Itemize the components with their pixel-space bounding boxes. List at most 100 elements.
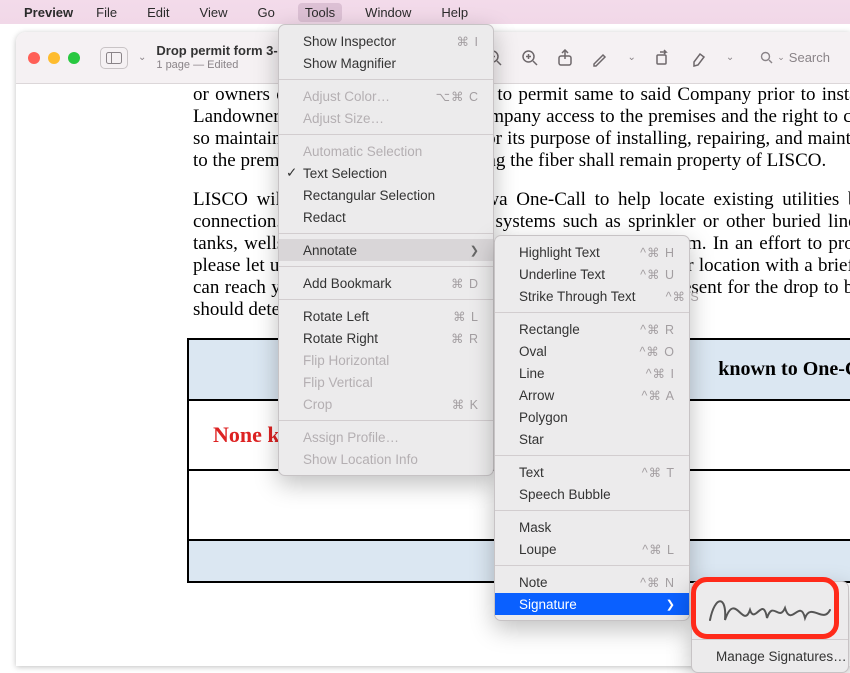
menu-view[interactable]: View — [193, 3, 235, 22]
menu-item-text-selection[interactable]: ✓ Text Selection — [279, 162, 493, 184]
menu-shortcut: ⌘ R — [451, 331, 479, 346]
menu-item-loupe[interactable]: Loupe ^⌘ L — [495, 538, 689, 560]
menu-label: Strike Through Text — [519, 289, 636, 304]
menu-label: Show Location Info — [303, 452, 418, 467]
menu-item-adjust-size: Adjust Size… — [279, 107, 493, 129]
menu-label: Flip Horizontal — [303, 353, 389, 368]
menu-shortcut: ^⌘ H — [640, 245, 675, 260]
menu-item-redact[interactable]: Redact — [279, 206, 493, 228]
signature-submenu: Manage Signatures… — [691, 581, 849, 673]
traffic-lights — [28, 52, 80, 64]
menu-window[interactable]: Window — [358, 3, 418, 22]
menu-label: Crop — [303, 397, 332, 412]
menu-go[interactable]: Go — [250, 3, 281, 22]
minimize-window-button[interactable] — [48, 52, 60, 64]
menu-label: Rotate Right — [303, 331, 378, 346]
toolbar-icons: ⌄ ⌄ ⌄ Search — [485, 47, 838, 68]
menu-label: Mask — [519, 520, 551, 535]
document-subtitle: 1 page — Edited — [156, 59, 277, 72]
tools-menu: Show Inspector⌘ IShow Magnifier Adjust Co… — [278, 24, 494, 476]
menu-label: Line — [519, 366, 545, 381]
menu-item-rotate-right[interactable]: Rotate Right ⌘ R — [279, 327, 493, 349]
menu-item-rectangular-selection[interactable]: Rectangular Selection — [279, 184, 493, 206]
menu-shortcut: ^⌘ R — [640, 322, 675, 337]
menu-label: Highlight Text — [519, 245, 600, 260]
menu-label: Text Selection — [303, 166, 387, 181]
menu-shortcut: ^⌘ A — [642, 388, 676, 403]
rotate-icon[interactable] — [654, 49, 672, 67]
menu-shortcut: ⌘ D — [451, 276, 479, 291]
menu-shortcut: ⌘ I — [457, 34, 479, 49]
menu-label: Oval — [519, 344, 547, 359]
menu-tools[interactable]: Tools — [298, 3, 342, 22]
menu-item-show-magnifier[interactable]: Show Magnifier — [279, 52, 493, 74]
menu-label: Assign Profile… — [303, 430, 399, 445]
menu-item-polygon[interactable]: Polygon — [495, 406, 689, 428]
markup-icon[interactable] — [591, 49, 609, 67]
menu-label: Adjust Size… — [303, 111, 384, 126]
menu-item-mask[interactable]: Mask — [495, 516, 689, 538]
menu-help[interactable]: Help — [434, 3, 475, 22]
app-menu[interactable]: Preview — [24, 5, 73, 20]
menu-file[interactable]: File — [89, 3, 124, 22]
menu-item-strike-through-text[interactable]: Strike Through Text^⌘ S — [495, 285, 689, 307]
menu-label: Loupe — [519, 542, 557, 557]
menu-shortcut: ^⌘ U — [640, 267, 675, 282]
menubar: Preview File Edit View Go Tools Window H… — [0, 0, 850, 24]
menu-item-note[interactable]: Note^⌘ N — [495, 571, 689, 593]
signature-preview[interactable] — [700, 588, 840, 634]
menu-item-annotate[interactable]: Annotate❯ — [279, 239, 493, 261]
highlight-icon[interactable] — [690, 49, 708, 67]
menu-item-underline-text[interactable]: Underline Text ^⌘ U — [495, 263, 689, 285]
document-title: Drop permit form 3- — [156, 44, 277, 59]
chevron-down-icon[interactable]: ⌄ — [627, 52, 635, 63]
menu-item-arrow[interactable]: Arrow ^⌘ A — [495, 384, 689, 406]
chevron-down-icon[interactable]: ⌄ — [138, 52, 146, 63]
menu-item-add-bookmark[interactable]: Add Bookmark ⌘ D — [279, 272, 493, 294]
menu-item-rotate-left[interactable]: Rotate Left⌘ L — [279, 305, 493, 327]
menu-item-signature[interactable]: Signature ❯ — [495, 593, 689, 615]
menu-item-speech-bubble[interactable]: Speech Bubble — [495, 483, 689, 505]
search-field[interactable]: ⌄ Search — [752, 47, 838, 68]
sidebar-toggle-button[interactable] — [100, 47, 128, 69]
zoom-window-button[interactable] — [68, 52, 80, 64]
menu-label: Underline Text — [519, 267, 605, 282]
menu-item-rectangle[interactable]: Rectangle ^⌘ R — [495, 318, 689, 340]
menu-label: Star — [519, 432, 544, 447]
menu-item-show-inspector[interactable]: Show Inspector⌘ I — [279, 30, 493, 52]
menu-shortcut: ^⌘ I — [646, 366, 675, 381]
menu-item-star[interactable]: Star — [495, 428, 689, 450]
share-icon[interactable] — [557, 49, 573, 67]
menu-label: Add Bookmark — [303, 276, 392, 291]
menu-shortcut: ^⌘ L — [642, 542, 675, 557]
menu-label: Automatic Selection — [303, 144, 422, 159]
menu-item-show-location-info: Show Location Info — [279, 448, 493, 470]
title-block: Drop permit form 3- 1 page — Edited — [156, 44, 277, 72]
menu-item-text[interactable]: Text^⌘ T — [495, 461, 689, 483]
menu-item-flip-horizontal: Flip Horizontal — [279, 349, 493, 371]
menu-item-adjust-color: Adjust Color… ⌥⌘ C — [279, 85, 493, 107]
menu-item-line[interactable]: Line ^⌘ I — [495, 362, 689, 384]
menu-label: Signature — [519, 597, 577, 612]
chevron-down-icon[interactable]: ⌄ — [726, 52, 734, 63]
menu-shortcut: ⌘ K — [452, 397, 479, 412]
annotate-submenu: Highlight Text ^⌘ H Underline Text ^⌘ U Stri… — [494, 235, 690, 621]
menu-label: Flip Vertical — [303, 375, 373, 390]
menu-item-automatic-selection: Automatic Selection — [279, 140, 493, 162]
menu-item-highlight-text[interactable]: Highlight Text ^⌘ H — [495, 241, 689, 263]
menu-label: Adjust Color… — [303, 89, 390, 104]
menu-edit[interactable]: Edit — [140, 3, 176, 22]
menu-shortcut: ^⌘ O — [639, 344, 675, 359]
menu-shortcut: ^⌘ T — [642, 465, 675, 480]
menu-label: Arrow — [519, 388, 554, 403]
menu-shortcut: ⌥⌘ C — [436, 89, 479, 104]
menu-item-manage-signatures[interactable]: Manage Signatures… — [692, 645, 848, 667]
menu-item-assign-profile: Assign Profile… — [279, 426, 493, 448]
zoom-in-icon[interactable] — [521, 49, 539, 67]
chevron-right-icon: ❯ — [666, 598, 675, 611]
menu-label: Rectangle — [519, 322, 580, 337]
close-window-button[interactable] — [28, 52, 40, 64]
menu-item-oval[interactable]: Oval ^⌘ O — [495, 340, 689, 362]
check-icon: ✓ — [286, 165, 297, 181]
menu-label: Manage Signatures… — [716, 649, 847, 664]
